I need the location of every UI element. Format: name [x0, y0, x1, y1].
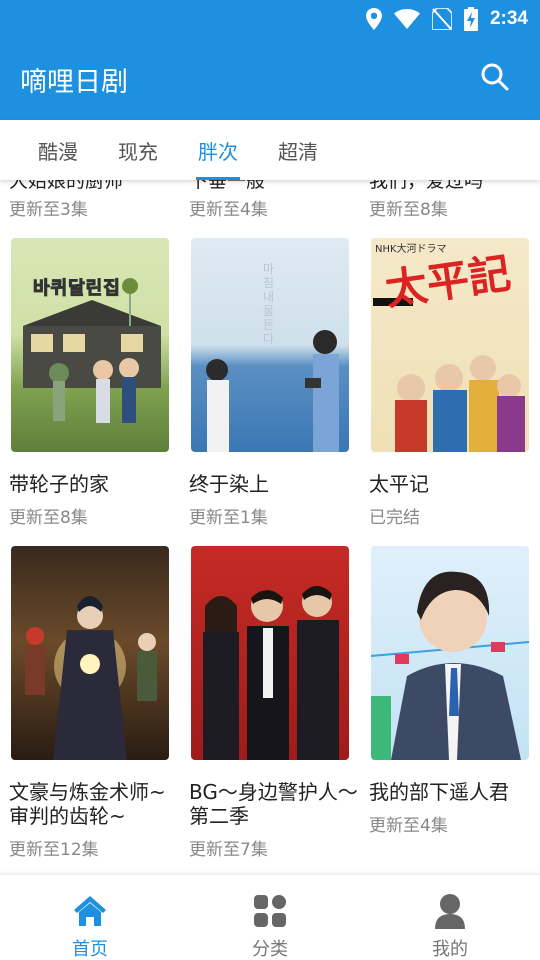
- location-icon: [365, 8, 382, 30]
- card-status: 更新至4集: [189, 200, 268, 220]
- card-title[interactable]: 我的部下遥人君: [369, 780, 539, 804]
- poster-image[interactable]: [191, 546, 349, 760]
- person-icon: [435, 894, 465, 929]
- card-status: 更新至4集: [369, 816, 448, 836]
- bottom-navigation: 首页 分类 我的: [0, 874, 540, 960]
- poster-image[interactable]: NHK大河ドラマ 太平記: [371, 238, 529, 452]
- card-status: 更新至7集: [189, 840, 268, 860]
- poster-image[interactable]: 바퀴달린집: [11, 238, 169, 452]
- nav-home[interactable]: 首页: [0, 875, 180, 960]
- card-title[interactable]: 带轮子的家: [9, 472, 179, 496]
- home-icon: [74, 896, 106, 926]
- card-status: 更新至1集: [189, 508, 268, 528]
- app-header: 2:34 嘀哩日剧: [0, 0, 540, 120]
- card-title[interactable]: 大始娘的厨师: [9, 180, 169, 193]
- card-status: 更新至3集: [9, 200, 88, 220]
- poster-text: 마침내 물든다: [263, 262, 275, 346]
- tab-chaoqing[interactable]: 超清: [278, 136, 318, 165]
- card-title[interactable]: 终于染上: [189, 472, 359, 496]
- poster-text: 바퀴달린집: [33, 278, 121, 300]
- no-sim-icon: [431, 8, 452, 30]
- nav-category-label: 分类: [252, 939, 288, 960]
- poster-image[interactable]: [11, 546, 169, 760]
- tab-indicator: [196, 177, 240, 180]
- clock: 2:34: [489, 8, 528, 29]
- nav-profile[interactable]: 我的: [360, 875, 540, 960]
- tab-kuman[interactable]: 酷漫: [38, 136, 78, 165]
- svg-text:NHK大河ドラマ: NHK大河ドラマ: [375, 242, 447, 255]
- nav-profile-label: 我的: [432, 939, 468, 960]
- nav-home-label: 首页: [72, 939, 108, 960]
- card-status: 更新至8集: [369, 200, 448, 220]
- category-tabs: 酷漫 现充 胖次 超清: [0, 120, 540, 180]
- drama-grid: 大始娘的厨师 更新至3集 下垂一般 更新至4集 我们，爱过吗 更新至8集 바퀴달…: [0, 180, 540, 874]
- card-status: 已完结: [369, 508, 420, 528]
- grid-icon: [254, 895, 286, 927]
- card-title[interactable]: 我们，爱过吗: [369, 180, 529, 193]
- poster-image[interactable]: 마침내 물든다: [191, 238, 349, 452]
- status-bar: 2:34: [0, 0, 540, 38]
- search-icon[interactable]: [480, 62, 510, 92]
- battery-charging-icon: [463, 7, 478, 31]
- poster-image[interactable]: [371, 546, 529, 760]
- tab-pangci[interactable]: 胖次: [198, 136, 238, 165]
- tab-xianchong[interactable]: 现充: [118, 136, 158, 165]
- wifi-icon: [393, 9, 420, 29]
- card-title[interactable]: 太平记: [369, 472, 539, 496]
- card-title[interactable]: 下垂一般: [189, 180, 349, 193]
- card-status: 更新至12集: [9, 840, 99, 860]
- card-title[interactable]: BG～身边警护人～ 第二季: [189, 780, 359, 828]
- nav-category[interactable]: 分类: [180, 875, 360, 960]
- app-bar: 嘀哩日剧: [0, 38, 540, 120]
- app-title: 嘀哩日剧: [20, 67, 128, 98]
- card-status: 更新至8集: [9, 508, 88, 528]
- card-title[interactable]: 文豪与炼金术师~审判的齿轮~: [9, 780, 179, 828]
